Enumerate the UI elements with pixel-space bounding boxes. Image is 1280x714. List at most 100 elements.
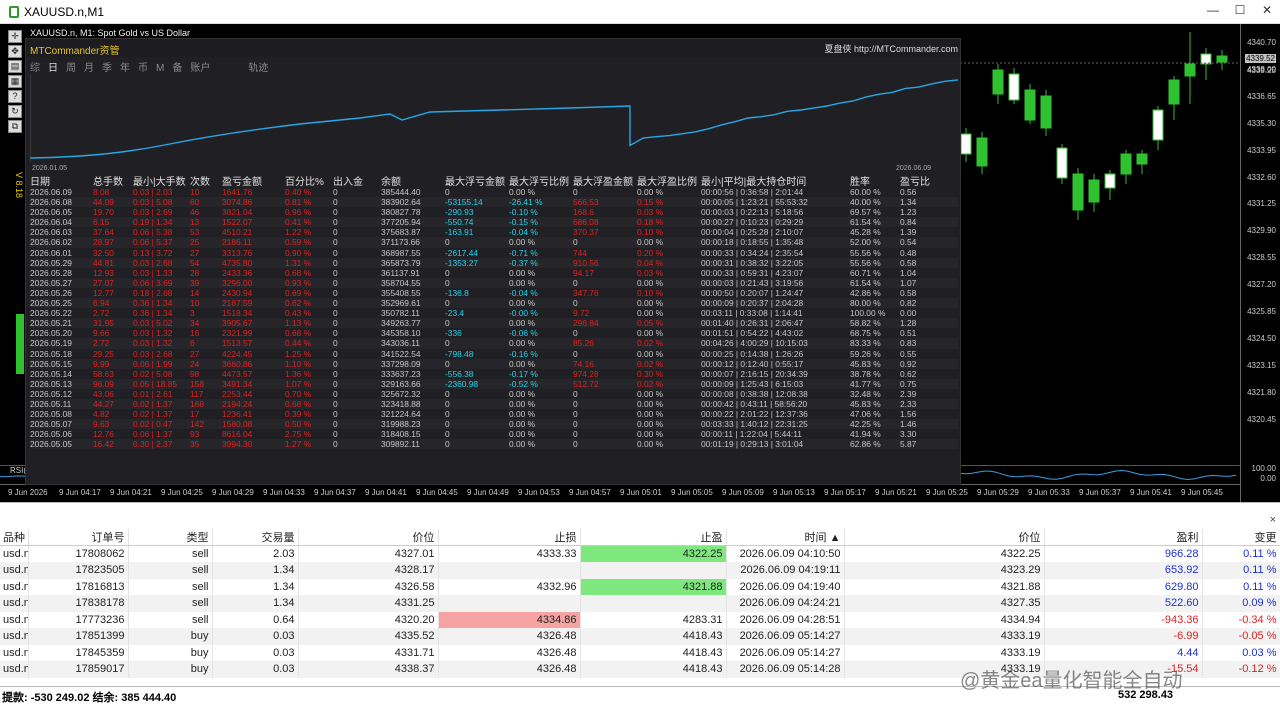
tab-10[interactable]: 轨迹 <box>248 59 268 74</box>
help-icon[interactable]: ? <box>8 90 22 103</box>
stats-cell: 93 <box>190 429 200 440</box>
order-cell-sl: 4326.48 <box>438 644 581 661</box>
time-scale[interactable]: 9 Jun 2026 9 Jun 04:17 9 Jun 04:21 9 Jun 04… <box>0 484 1240 502</box>
crosshair-icon[interactable]: ✛ <box>8 30 22 43</box>
refresh-icon[interactable]: ↻ <box>8 105 22 118</box>
stats-cell: 85.26 <box>573 338 594 349</box>
tab-1[interactable]: 日 <box>48 59 58 74</box>
stats-cell: 00:00:33 | 0:34:24 | 2:35:54 <box>701 247 804 258</box>
stats-row: 2026.06.02 28.97 0.06 | 5.37 25 2186.11 0.59 … <box>30 237 958 248</box>
stats-cell: 0 <box>573 237 578 248</box>
stats-cell: 2026.05.21 <box>30 318 72 329</box>
stats-cell: 3491.34 <box>222 378 253 389</box>
stats-row: 2026.05.26 12.77 0.18 | 2.68 14 2430.94 0.69 … <box>30 288 958 298</box>
stats-cell: 27 <box>190 247 200 258</box>
template-icon[interactable]: ▤ <box>8 60 22 73</box>
stats-cell: 352969.61 <box>381 298 421 309</box>
order-row[interactable]: usd.n 17773236 sell 0.64 4320.20 4334.86 4283.… <box>0 611 1280 628</box>
properties-icon[interactable]: ▦ <box>8 75 22 88</box>
title-bar: XAUUSD.n,M1 — ☐ ✕ <box>0 0 1280 24</box>
stats-cell: 00:00:03 | 0:22:13 | 5:18:56 <box>701 207 804 218</box>
order-row[interactable]: usd.n 17823505 sell 1.34 4328.17 2026.06.09 0… <box>0 562 1280 579</box>
tab-3[interactable]: 月 <box>84 59 94 74</box>
order-cell-vol: 1.34 <box>212 562 299 579</box>
stats-cell: 25 <box>190 237 200 248</box>
symbol-description: XAUUSD.n, M1: Spot Gold vs US Dollar <box>30 28 191 38</box>
orders-header-cell[interactable]: 品种 <box>0 529 29 546</box>
time-tick: 9 Jun 05:09 <box>722 488 764 497</box>
stats-cell: 19.70 <box>93 207 114 218</box>
stats-cell: 24 <box>190 358 200 369</box>
stats-cell: 00:01:19 | 0:29:13 | 3:01:04 <box>701 439 804 450</box>
orders-header-cell[interactable]: 订单号 <box>28 529 129 546</box>
close-button[interactable]: ✕ <box>1257 3 1277 21</box>
order-cell-time: 2026.06.09 04:28:51 <box>726 611 845 628</box>
order-row[interactable]: usd.n 17851399 buy 0.03 4335.52 4326.48 4418.4… <box>0 628 1280 645</box>
orders-header-cell[interactable]: 止盈 <box>580 529 727 546</box>
stats-header-cell: 总手数 <box>93 177 123 188</box>
stats-cell: 349263.77 <box>381 318 421 329</box>
time-tick: 9 Jun 04:33 <box>263 488 305 497</box>
order-cell-sl: 4326.48 <box>438 628 581 645</box>
window-icon[interactable]: ⧉ <box>8 120 22 133</box>
tab-0[interactable]: 综 <box>30 59 40 74</box>
stats-cell: 00:00:42 | 0:43:11 | 58:56:20 <box>701 398 808 409</box>
stats-row: 2026.06.03 37.64 0.06 | 5.38 53 4510.21 1.22 … <box>30 227 958 237</box>
stats-cell: 0 <box>333 267 338 278</box>
order-cell-type: sell <box>128 595 213 612</box>
order-row[interactable]: usd.n 17816813 sell 1.34 4326.58 4332.96 4321.… <box>0 578 1280 595</box>
orders-header-cell[interactable]: 价位 <box>844 529 1045 546</box>
stats-cell: 744 <box>573 247 587 258</box>
order-row[interactable]: usd.n 17845359 buy 0.03 4331.71 4326.48 4418.4… <box>0 644 1280 661</box>
stats-cell: 2026.06.05 <box>30 207 72 218</box>
tab-8[interactable]: 备 <box>172 59 182 74</box>
order-cell-cur: 4323.29 <box>844 562 1045 579</box>
stats-cell: 168 <box>190 398 204 409</box>
stats-cell: 0.68 % <box>285 267 312 278</box>
stats-row: 2026.05.14 58.63 0.02 | 5.08 98 4473.57 1.36 … <box>30 369 958 379</box>
stats-cell: 0 <box>573 409 578 420</box>
order-row[interactable]: usd.n 17808062 sell 2.03 4327.01 4333.33 4322.… <box>0 545 1280 562</box>
orders-header-cell[interactable]: 盈利 <box>1044 529 1203 546</box>
stats-cell: 8.08 <box>93 187 110 197</box>
order-cell-sym: usd.n <box>0 562 29 579</box>
orders-header-cell[interactable]: 价位 <box>298 529 439 546</box>
stats-cell: 0.43 % <box>285 308 312 319</box>
stats-cell: 2253.44 <box>222 388 253 399</box>
orders-header-cell[interactable]: 类型 <box>128 529 213 546</box>
stats-cell: 6 <box>190 338 195 349</box>
move-icon[interactable]: ✥ <box>8 45 22 58</box>
stats-cell: 9.63 <box>93 419 110 430</box>
candle-body <box>1104 173 1116 189</box>
tab-7[interactable]: M <box>156 63 164 74</box>
maximize-button[interactable]: ☐ <box>1230 3 1250 21</box>
chart-area[interactable]: ✛ ✥ ▤ ▦ ? ↻ ⧉ XAUUSD.n, M1: Spot Gold vs… <box>0 24 1280 502</box>
orders-header-cell[interactable]: 变更 <box>1202 529 1280 546</box>
stats-table-body: 2026.06.09 8.08 0.03 | 2.03 10 1641.76 0.40 %… <box>30 187 958 450</box>
stats-cell: 0 <box>445 237 450 248</box>
orders-header-cell[interactable]: 时间 ▲ <box>726 529 845 546</box>
stats-cell: 371173.66 <box>381 237 420 248</box>
orders-header-cell[interactable]: 交易量 <box>212 529 299 546</box>
stats-cell: 13 <box>190 217 200 228</box>
tab-9[interactable]: 账户 <box>190 59 210 74</box>
stats-header-cell: 最大浮盈金额 <box>573 177 633 188</box>
stats-cell: 3.30 <box>900 429 917 440</box>
site-link[interactable]: 夏盘侠 http://MTCommander.com <box>824 42 958 55</box>
price-scale[interactable]: 4340.70 4338.00 4336.65 4335.30 4333.95 4332.… <box>1240 24 1280 502</box>
tab-5[interactable]: 年 <box>120 59 130 74</box>
stats-cell: 0.03 | 1.32 <box>133 328 173 339</box>
order-cell-sl: 4326.48 <box>438 661 581 678</box>
tab-4[interactable]: 季 <box>102 59 112 74</box>
tab-6[interactable]: 币 <box>138 59 148 74</box>
order-row[interactable]: usd.n 17838178 sell 1.34 4331.25 2026.06.09 0… <box>0 595 1280 612</box>
orders-header-cell[interactable]: 止损 <box>438 529 581 546</box>
minimize-button[interactable]: — <box>1203 3 1223 21</box>
close-panel-icon[interactable]: × <box>1270 514 1276 526</box>
order-cell-id: 17808062 <box>28 545 129 562</box>
stats-cell: 385444.40 <box>381 187 421 197</box>
stats-cell: 6.94 <box>93 298 110 309</box>
time-tick: 9 Jun 05:25 <box>926 488 968 497</box>
tab-2[interactable]: 周 <box>66 59 76 74</box>
stats-cell: 0 <box>333 287 338 298</box>
